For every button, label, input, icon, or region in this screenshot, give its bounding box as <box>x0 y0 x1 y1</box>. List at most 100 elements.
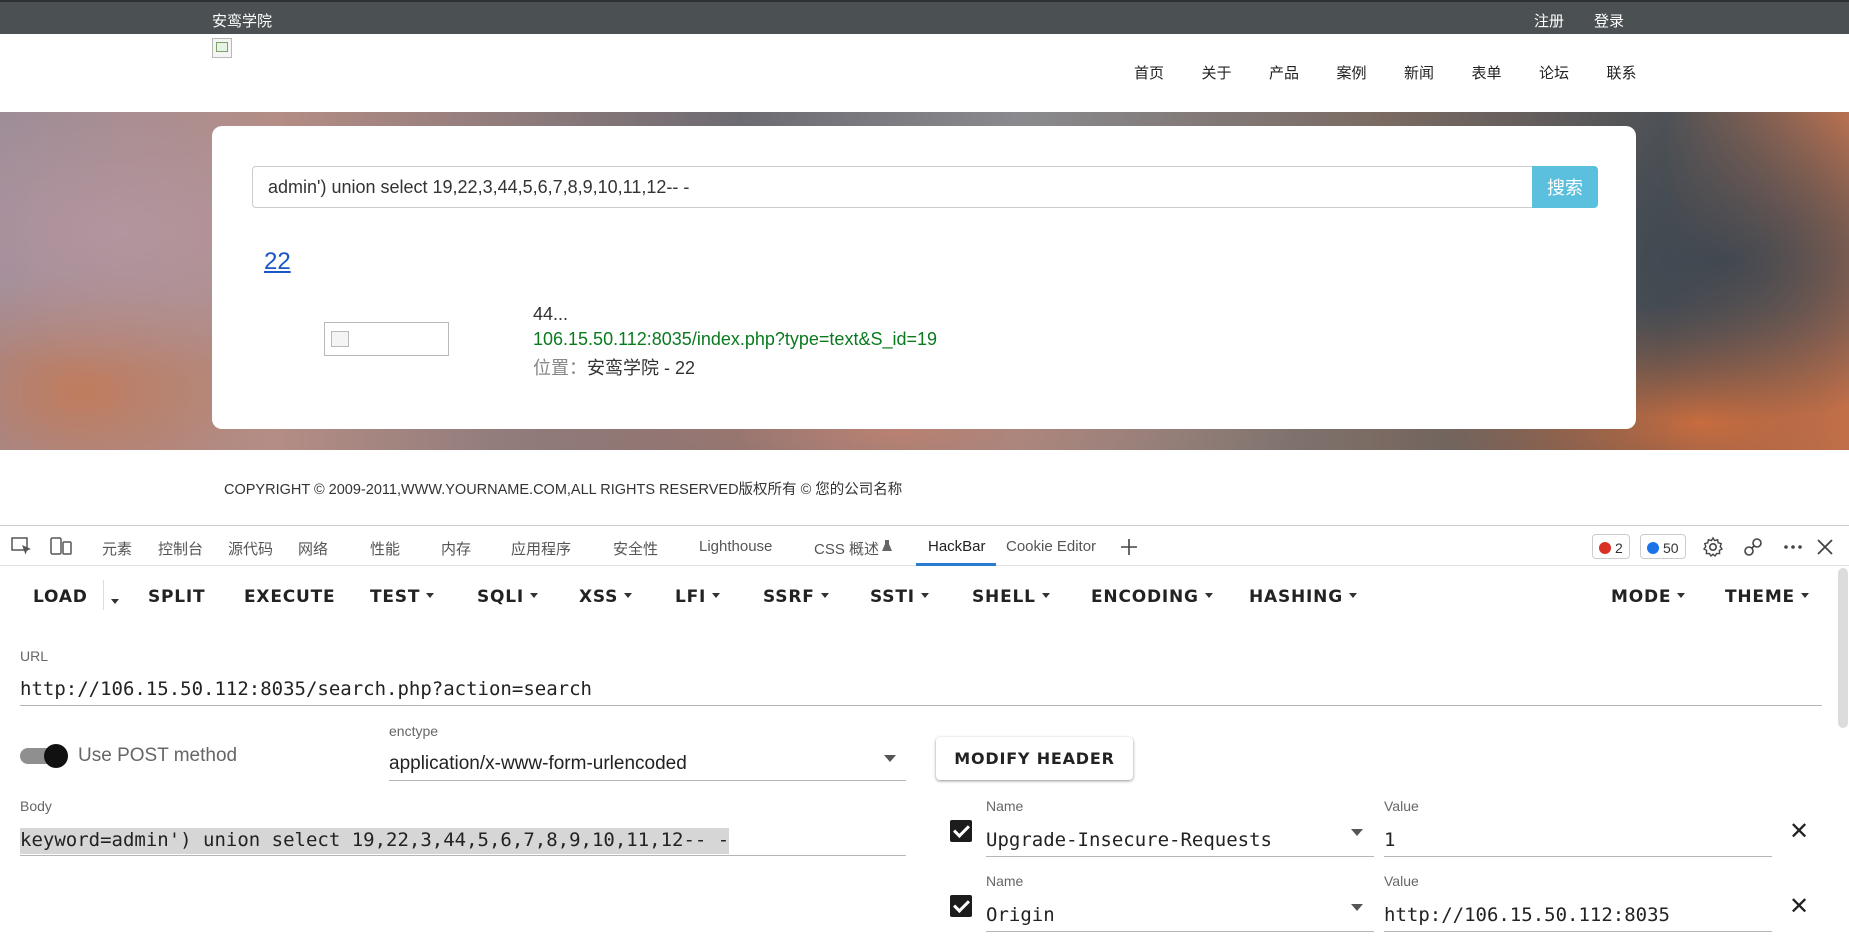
header-2-remove-close-icon[interactable]: ✕ <box>1789 895 1809 919</box>
encoding-menu-button[interactable]: ENCODING <box>1091 587 1213 607</box>
site-header: 首页 关于 产品 案例 新闻 表单 论坛 联系 <box>0 34 1849 112</box>
tab-cookie-editor[interactable]: Cookie Editor <box>1006 538 1096 555</box>
shell-menu-button[interactable]: SHELL <box>972 587 1050 607</box>
ssrf-menu-label: SSRF <box>763 587 815 607</box>
search-button[interactable]: 搜索 <box>1532 166 1598 208</box>
result-url[interactable]: 106.15.50.112:8035/index.php?type=text&S… <box>533 329 937 350</box>
nav-item-news[interactable]: 新闻 <box>1404 62 1472 83</box>
ssti-menu-button[interactable]: SSTI <box>870 587 929 607</box>
tab-css-overview[interactable]: CSS 概述 <box>814 538 879 559</box>
nav-item-home[interactable]: 首页 <box>1134 62 1202 83</box>
url-label: URL <box>20 648 49 664</box>
message-count: 50 <box>1663 540 1679 556</box>
tab-security[interactable]: 安全性 <box>613 538 658 559</box>
main-nav: 首页 关于 产品 案例 新闻 表单 论坛 联系 <box>1134 62 1674 83</box>
header-2-value-underline <box>1384 931 1772 932</box>
lfi-menu-button[interactable]: LFI <box>675 587 721 607</box>
more-options-icon[interactable] <box>1782 536 1804 558</box>
header-1-checkbox[interactable] <box>950 820 972 842</box>
nav-item-products[interactable]: 产品 <box>1269 62 1337 83</box>
result-thumbnail[interactable] <box>324 322 449 356</box>
add-tab-icon[interactable] <box>1119 537 1139 557</box>
close-devtools-icon[interactable] <box>1814 536 1836 558</box>
tab-memory[interactable]: 内存 <box>441 538 471 559</box>
test-menu-label: TEST <box>370 587 421 607</box>
tab-sources[interactable]: 源代码 <box>228 538 273 559</box>
search-input[interactable] <box>252 166 1533 208</box>
xss-menu-button[interactable]: XSS <box>579 587 633 607</box>
ssrf-menu-button[interactable]: SSRF <box>763 587 829 607</box>
body-field[interactable]: keyword=admin') union select 19,22,3,44,… <box>20 828 730 854</box>
tab-network[interactable]: 网络 <box>298 538 328 559</box>
shell-menu-label: SHELL <box>972 587 1036 607</box>
tab-lighthouse[interactable]: Lighthouse <box>699 538 772 555</box>
nav-item-about[interactable]: 关于 <box>1202 62 1270 83</box>
chevron-down-icon <box>1800 592 1809 598</box>
split-button[interactable]: SPLIT <box>148 587 205 607</box>
header-2-name-field[interactable]: Origin <box>986 904 1055 926</box>
site-footer: COPYRIGHT © 2009-2011,WWW.YOURNAME.COM,A… <box>224 482 903 498</box>
tab-application[interactable]: 应用程序 <box>511 538 571 559</box>
login-link[interactable]: 登录 <box>1594 10 1624 31</box>
error-count-badge[interactable]: 2 <box>1592 534 1630 559</box>
header-2-value-label: Value <box>1384 873 1419 889</box>
device-toolbar-icon[interactable] <box>50 536 72 556</box>
hashing-menu-button[interactable]: HASHING <box>1249 587 1357 607</box>
enctype-select[interactable]: application/x-www-form-urlencoded <box>389 753 687 775</box>
header-2-name-label: Name <box>986 873 1024 889</box>
connected-devices-icon[interactable] <box>1742 536 1764 558</box>
theme-menu-button[interactable]: THEME <box>1725 587 1809 607</box>
tab-console[interactable]: 控制台 <box>158 538 203 559</box>
body-label: Body <box>20 798 52 814</box>
nav-item-cases[interactable]: 案例 <box>1337 62 1405 83</box>
inspect-element-icon[interactable] <box>11 536 33 556</box>
load-button[interactable]: LOAD <box>33 587 88 607</box>
header-1-value-field[interactable]: 1 <box>1384 829 1395 851</box>
result-title-link[interactable]: 22 <box>264 248 291 276</box>
register-link[interactable]: 注册 <box>1534 10 1564 31</box>
message-count-badge[interactable]: 50 <box>1640 534 1686 559</box>
use-post-toggle[interactable] <box>20 744 68 768</box>
tab-elements[interactable]: 元素 <box>102 538 132 559</box>
error-icon <box>1599 542 1611 554</box>
header-1-name-chevron-down-icon[interactable] <box>1351 829 1363 836</box>
nav-item-forms[interactable]: 表单 <box>1472 62 1540 83</box>
sqli-menu-button[interactable]: SQLI <box>477 587 539 607</box>
settings-gear-icon[interactable] <box>1702 536 1724 558</box>
enctype-chevron-down-icon[interactable] <box>884 755 896 762</box>
ssti-menu-label: SSTI <box>870 587 915 607</box>
hashing-menu-label: HASHING <box>1249 587 1343 607</box>
header-1-remove-close-icon[interactable]: ✕ <box>1789 820 1809 844</box>
chevron-down-icon <box>920 592 929 598</box>
devtools-tabbar: 元素 控制台 源代码 网络 性能 内存 应用程序 安全性 Lighthouse … <box>0 526 1849 566</box>
result-location-label: 位置： <box>533 358 587 378</box>
body-field-underline <box>20 855 906 856</box>
tab-hackbar[interactable]: HackBar <box>928 538 986 555</box>
chevron-down-icon <box>1204 592 1213 598</box>
header-1-name-underline <box>986 856 1374 857</box>
mode-menu-button[interactable]: MODE <box>1611 587 1686 607</box>
chevron-down-icon <box>820 592 829 598</box>
test-menu-button[interactable]: TEST <box>370 587 435 607</box>
toggle-knob <box>44 744 68 768</box>
nav-item-forum[interactable]: 论坛 <box>1539 62 1607 83</box>
flask-icon <box>882 540 892 551</box>
header-1-name-field[interactable]: Upgrade-Insecure-Requests <box>986 829 1272 851</box>
site-brand[interactable]: 安鸾学院 <box>212 10 272 31</box>
tab-performance[interactable]: 性能 <box>370 538 400 559</box>
modify-header-button[interactable]: MODIFY HEADER <box>936 737 1133 780</box>
header-2-name-chevron-down-icon[interactable] <box>1351 904 1363 911</box>
theme-menu-label: THEME <box>1725 587 1795 607</box>
header-2-value-field[interactable]: http://106.15.50.112:8035 <box>1384 904 1670 926</box>
header-2-checkbox[interactable] <box>950 895 972 917</box>
encoding-menu-label: ENCODING <box>1091 587 1199 607</box>
result-location: 位置：安鸾学院 - 22 <box>533 354 695 380</box>
search-card: 搜索 22 44... 106.15.50.112:8035/index.php… <box>212 126 1636 429</box>
enctype-underline <box>389 780 906 781</box>
nav-item-contact[interactable]: 联系 <box>1607 62 1675 83</box>
hackbar-scrollbar[interactable] <box>1838 568 1848 728</box>
execute-button[interactable]: EXECUTE <box>244 587 335 607</box>
url-field[interactable]: http://106.15.50.112:8035/search.php?act… <box>20 678 592 700</box>
load-dropdown-chevron-icon[interactable] <box>111 595 119 613</box>
xss-menu-label: XSS <box>579 587 619 607</box>
